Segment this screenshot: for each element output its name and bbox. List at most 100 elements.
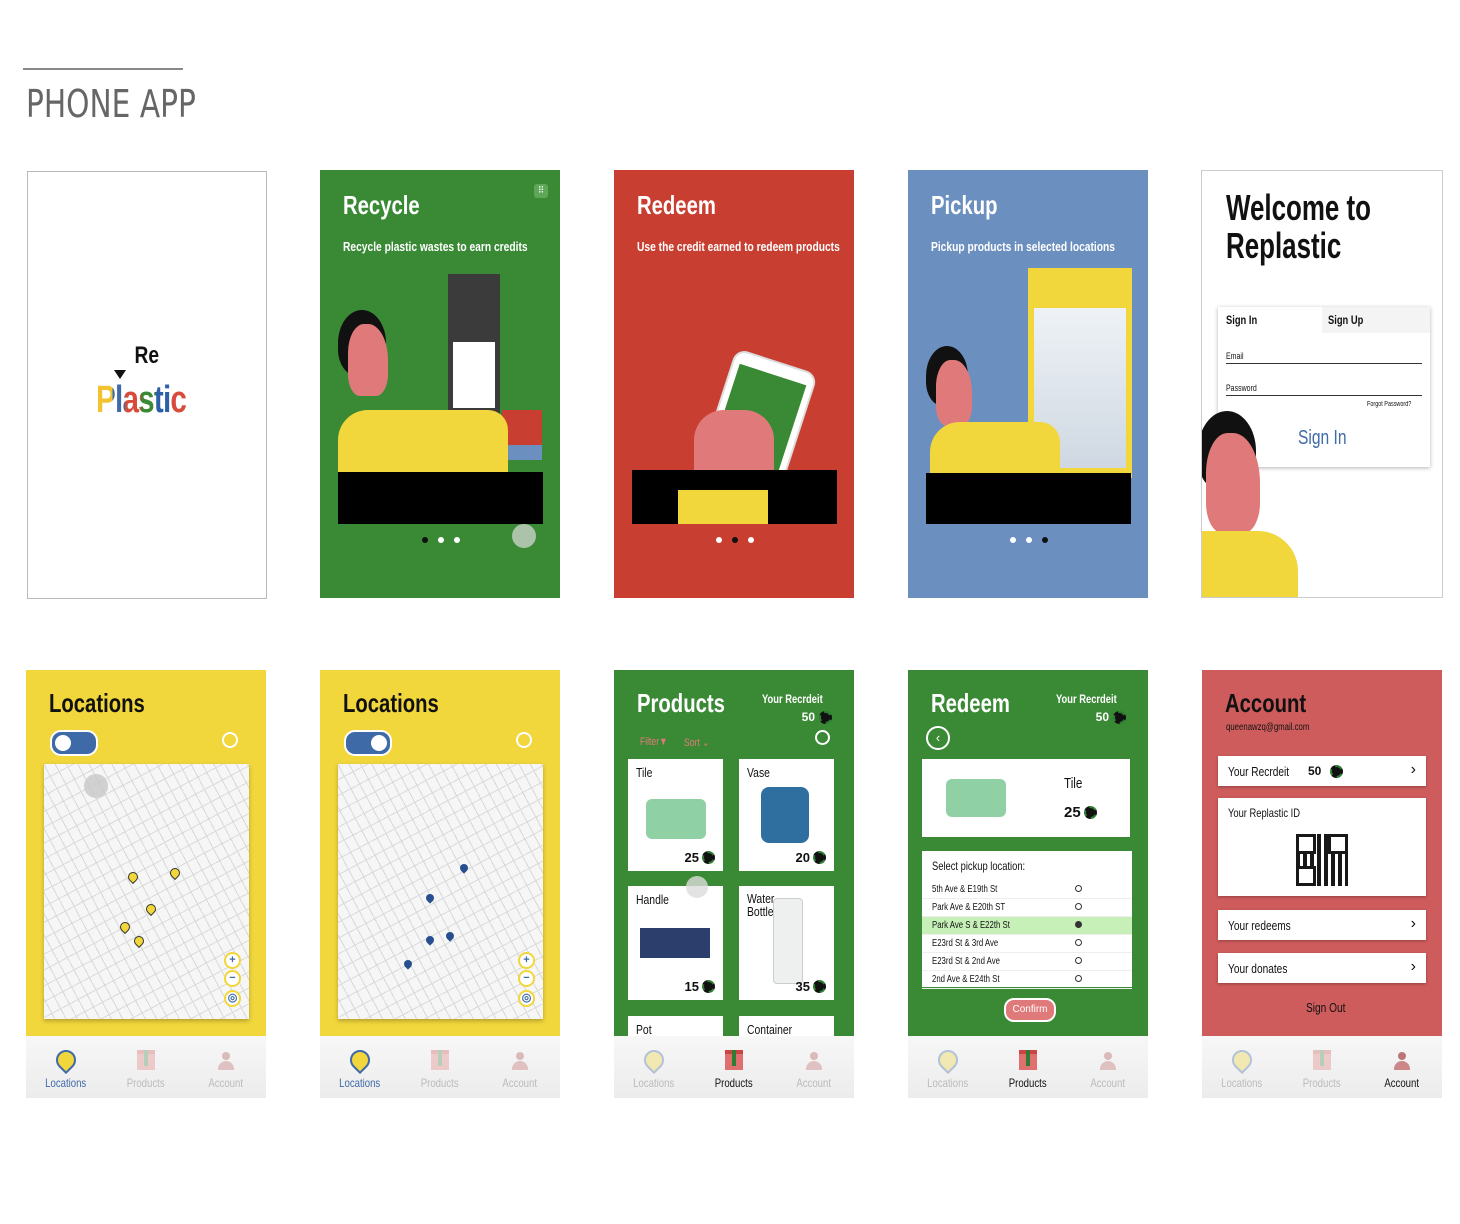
map-marker-pickup[interactable] [458,862,470,874]
tab-locations[interactable]: Locations [1202,1036,1282,1098]
zoom-in-button[interactable]: + [518,952,535,969]
map[interactable]: + − ◎ [44,764,249,1019]
dot-3[interactable] [454,537,460,543]
radio-button[interactable] [1075,885,1082,892]
tab-products[interactable]: Products [1282,1036,1362,1098]
zoom-in-button[interactable]: + [224,952,241,969]
person-arm [338,410,508,472]
tab-locations[interactable]: Locations [614,1036,694,1098]
search-icon[interactable] [815,730,830,745]
products-screen: Products Your Recrdeit 50 Filter▼ Sort ⌄… [614,670,854,1098]
donates-row[interactable]: Your donates › [1218,953,1426,983]
my-location-button[interactable]: ◎ [224,990,241,1007]
search-icon[interactable] [222,732,238,748]
onboarding-pickup-screen[interactable]: Pickup Pickup products in selected locat… [908,170,1148,598]
dot-1[interactable] [716,537,722,543]
account-screen: Account queenawzq@gmail.com Your Recrdei… [1202,670,1442,1098]
bottom-tab-bar: Locations Products Account [26,1036,266,1098]
zoom-out-button[interactable]: − [224,970,241,987]
product-card[interactable]: Vase 20 [739,759,834,871]
password-field[interactable]: Password [1226,383,1422,396]
tab-locations[interactable]: Locations [320,1036,400,1098]
screen-subtitle: Pickup products in selected locations [931,240,1115,254]
tab-products[interactable]: Products [988,1036,1068,1098]
tab-products[interactable]: Products [400,1036,480,1098]
replastic-id-card: Your Replastic ID [1218,798,1426,896]
header-rule [23,68,183,70]
radio-button[interactable] [1075,957,1082,964]
dot-3[interactable] [748,537,754,543]
sort-button[interactable]: Sort ⌄ [684,736,716,749]
dot-2[interactable] [732,537,738,543]
tab-account[interactable]: Account [774,1036,854,1098]
forgot-password-link[interactable]: Forgot Password? [1367,401,1424,408]
radio-button[interactable] [1075,903,1082,910]
radio-button[interactable] [1075,975,1082,982]
map-marker-bin[interactable] [167,865,183,881]
page-dots[interactable] [1010,537,1048,543]
dot-2[interactable] [438,537,444,543]
dot-1[interactable] [1010,537,1016,543]
tab-products[interactable]: Products [694,1036,774,1098]
redeems-row[interactable]: Your redeems › [1218,910,1426,940]
map-marker-pickup[interactable] [424,892,436,904]
menu-icon[interactable]: ⠿ [534,184,548,198]
confirm-button[interactable]: Confirm [1004,998,1056,1022]
pickup-location-option[interactable]: E23rd St & 3rd Ave [922,935,1132,953]
email-field[interactable]: Email [1226,351,1422,364]
screen-subtitle: Use the credit earned to redeem products [637,240,840,254]
person-icon [1394,1052,1410,1070]
dot-1[interactable] [422,537,428,543]
product-card[interactable]: Water Bottle 35 [739,886,834,1000]
bin-toggle[interactable] [50,730,98,756]
filter-button[interactable]: Filter▼ [640,736,675,748]
tab-products[interactable]: Products [106,1036,186,1098]
pickup-location-option[interactable]: Park Ave S & E22th St [922,917,1132,935]
sign-out-link[interactable]: Sign Out [1306,1000,1357,1015]
tab-locations[interactable]: Locations [908,1036,988,1098]
map-marker-bin[interactable] [125,869,141,885]
map-marker-bin[interactable] [131,933,147,949]
onboarding-recycle-screen[interactable]: Recycle Recycle plastic wastes to earn c… [320,170,560,598]
my-location-button[interactable]: ◎ [518,990,535,1007]
tab-account[interactable]: Account [1068,1036,1148,1098]
radio-button[interactable] [1075,939,1082,946]
tab-sign-up[interactable]: Sign Up [1322,307,1430,333]
screen-subtitle: Recycle plastic wastes to earn credits [343,240,528,254]
credit-row[interactable]: Your Recrdeit 50 › [1218,756,1426,786]
pickup-location-option[interactable]: Park Ave & E20th ST [922,899,1132,917]
zoom-out-button[interactable]: − [518,970,535,987]
pickup-toggle[interactable] [344,730,392,756]
tab-locations[interactable]: Locations [26,1036,106,1098]
pickup-location-option[interactable]: E23rd St & 2nd Ave [922,953,1132,971]
map-marker-pickup[interactable] [424,934,436,946]
dot-3[interactable] [1042,537,1048,543]
radio-button[interactable] [1075,921,1082,928]
pickup-location-option[interactable]: 5th Ave & E19th St [922,881,1132,899]
tab-label: Products [715,1076,753,1090]
tab-sign-in[interactable]: Sign In [1218,307,1322,333]
tab-label: Products [421,1076,459,1090]
dot-2[interactable] [1026,537,1032,543]
back-button[interactable]: ‹ [926,726,950,750]
pickup-location-option[interactable]: 2nd Ave & E24th St [922,971,1132,989]
tab-account[interactable]: Account [186,1036,266,1098]
onboarding-redeem-screen[interactable]: Redeem Use the credit earned to redeem p… [614,170,854,598]
pickup-location-label: 2nd Ave & E24th St [932,974,1000,985]
map[interactable]: + − ◎ [338,764,543,1019]
search-icon[interactable] [516,732,532,748]
product-card[interactable]: Tile 25 [628,759,723,871]
tab-account[interactable]: Account [480,1036,560,1098]
map-marker-pickup[interactable] [444,930,456,942]
tab-account[interactable]: Account [1362,1036,1442,1098]
page-dots[interactable] [716,537,754,543]
page-dots[interactable] [422,537,460,543]
sign-in-button[interactable]: Sign In [1298,427,1360,450]
product-card[interactable]: Handle 15 [628,886,723,1000]
credit-label: Your Recrdeit [1056,692,1117,706]
person-icon [218,1052,234,1070]
map-marker-bin[interactable] [117,919,133,935]
qr-code [1296,834,1348,886]
map-marker-bin[interactable] [143,901,159,917]
map-marker-pickup[interactable] [402,958,414,970]
